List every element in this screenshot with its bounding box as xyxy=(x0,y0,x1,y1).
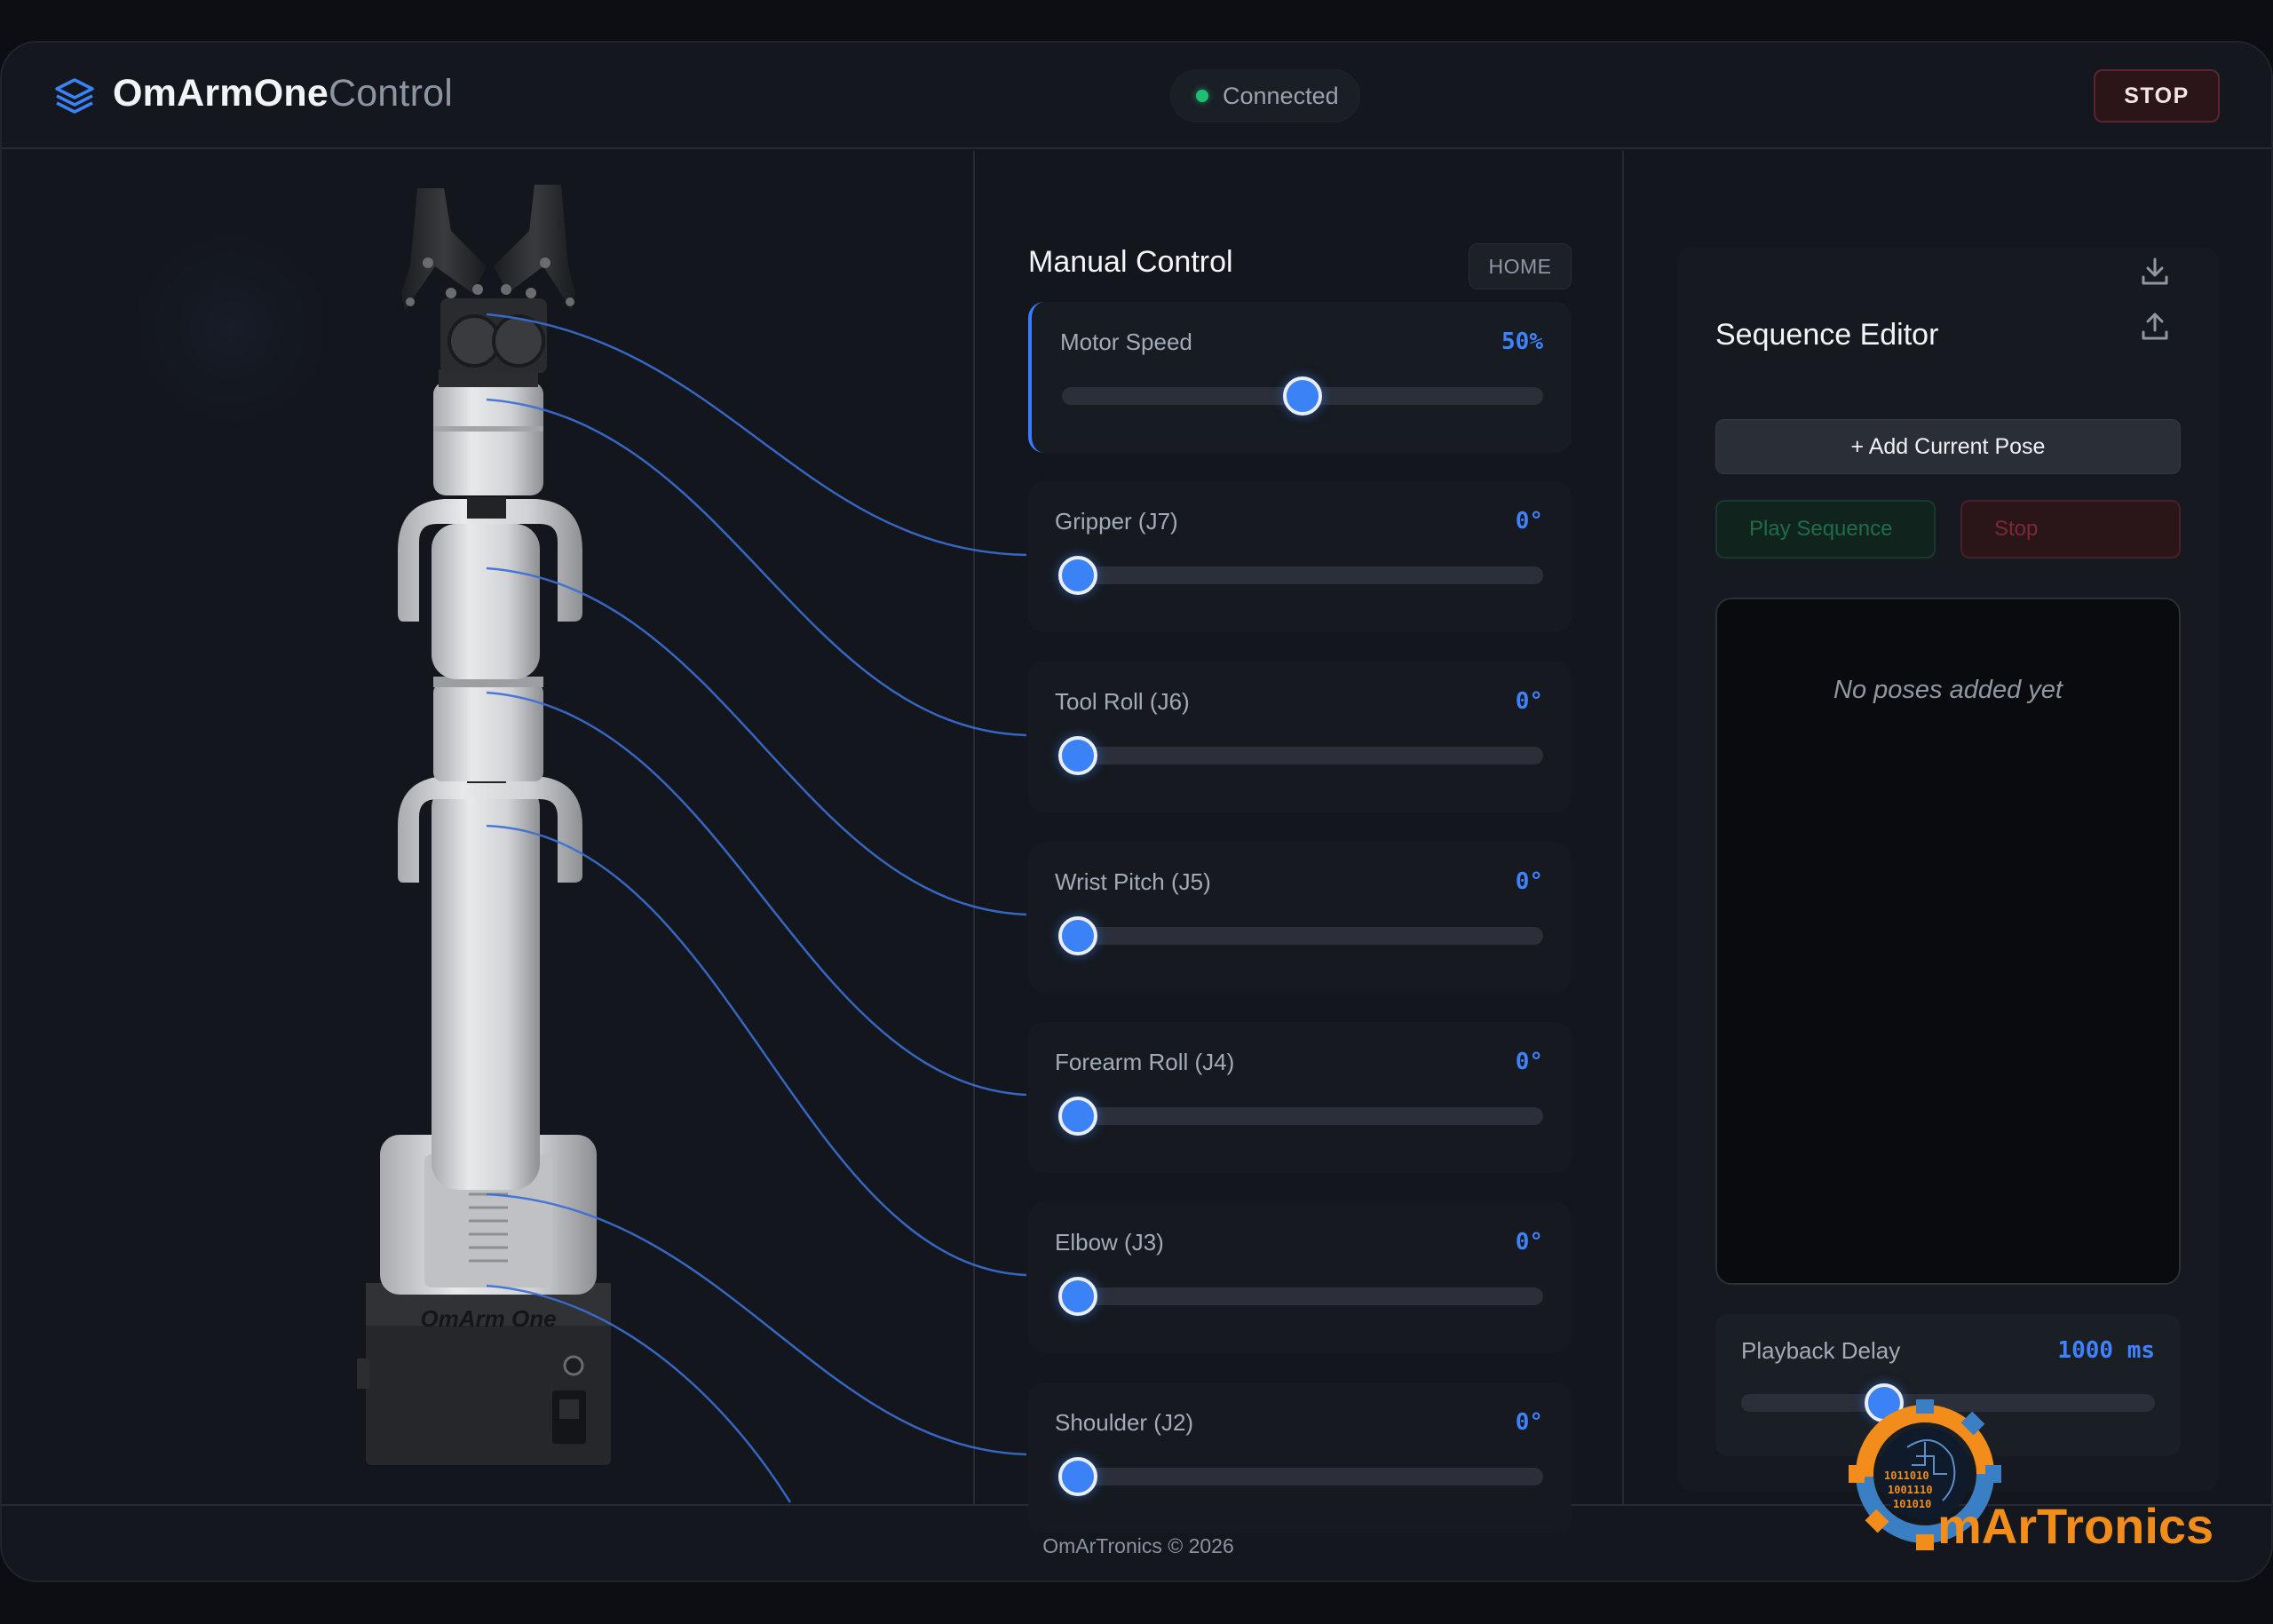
logo-wordmark: mArTronics xyxy=(1937,1498,2214,1554)
logo-binary-1: 1011010 xyxy=(1884,1470,1929,1482)
sequence-editor-title: Sequence Editor xyxy=(1715,318,1939,352)
playback-delay-label: Playback Delay xyxy=(1741,1337,1901,1364)
forearm-roll-j4-value: 0° xyxy=(1515,1049,1543,1075)
wrist-pitch-j5-slider-thumb[interactable] xyxy=(1058,916,1097,955)
header: OmArmOneControl Connected STOP xyxy=(2,43,2271,149)
elbow-j3-slider-track[interactable] xyxy=(1058,1287,1543,1305)
emergency-stop-button[interactable]: STOP xyxy=(2094,69,2220,123)
playback-delay-value: 1000 ms xyxy=(2057,1337,2155,1364)
shoulder-j2-value: 0° xyxy=(1515,1409,1543,1436)
layers-icon xyxy=(55,78,94,114)
tool-roll-j6-slider-thumb[interactable] xyxy=(1058,736,1097,775)
add-current-pose-button[interactable]: + Add Current Pose xyxy=(1715,419,2181,474)
home-button[interactable]: HOME xyxy=(1469,243,1572,289)
forearm-roll-j4-label: Forearm Roll (J4) xyxy=(1055,1049,1235,1075)
gripper-j7-control: Gripper (J7) 0° xyxy=(1028,481,1572,632)
shoulder-j2-slider-thumb[interactable] xyxy=(1058,1457,1097,1496)
gripper-j7-slider-thumb[interactable] xyxy=(1058,556,1097,595)
forearm-roll-j4-slider-track[interactable] xyxy=(1058,1107,1543,1125)
elbow-j3-value: 0° xyxy=(1515,1229,1543,1256)
upload-icon[interactable] xyxy=(2137,309,2173,345)
gripper-j7-slider-track[interactable] xyxy=(1058,566,1543,584)
elbow-j3-label: Elbow (J3) xyxy=(1055,1229,1164,1256)
tool-roll-j6-value: 0° xyxy=(1515,688,1543,715)
logo-binary-3: 101010 xyxy=(1893,1498,1931,1510)
stop-sequence-button[interactable]: Stop xyxy=(1960,500,2181,558)
wrist-pitch-j5-control: Wrist Pitch (J5) 0° xyxy=(1028,842,1572,993)
shoulder-j2-label: Shoulder (J2) xyxy=(1055,1409,1194,1436)
omartronics-logo: 1011010 1001110 101010 mArTronics xyxy=(1849,1399,2214,1554)
connection-status-badge: Connected xyxy=(1170,69,1360,123)
logo-binary-2: 1001110 xyxy=(1888,1484,1933,1496)
app-title-light: Control xyxy=(328,72,453,115)
pose-list: No poses added yet xyxy=(1715,598,2181,1285)
tool-roll-j6-label: Tool Roll (J6) xyxy=(1055,688,1190,715)
play-sequence-button[interactable]: Play Sequence xyxy=(1715,500,1936,558)
app-title: OmArmOneControl xyxy=(113,72,453,115)
shoulder-j2-control: Shoulder (J2) 0° xyxy=(1028,1382,1572,1533)
gripper-j7-label: Gripper (J7) xyxy=(1055,508,1178,535)
status-dot-icon xyxy=(1196,90,1208,102)
elbow-j3-control: Elbow (J3) 0° xyxy=(1028,1202,1572,1353)
app-title-bold: OmArmOne xyxy=(113,72,329,115)
robot-visualization-panel xyxy=(2,151,973,1504)
motor-speed-slider-thumb[interactable] xyxy=(1283,376,1322,416)
shoulder-j2-slider-track[interactable] xyxy=(1058,1468,1543,1485)
wrist-pitch-j5-value: 0° xyxy=(1515,868,1543,895)
tool-roll-j6-control: Tool Roll (J6) 0° xyxy=(1028,661,1572,812)
connection-status-text: Connected xyxy=(1223,82,1339,109)
motor-speed-control: Motor Speed 50% xyxy=(1028,302,1572,453)
gripper-j7-value: 0° xyxy=(1515,508,1543,535)
app-window: OmArmOneControl Connected STOP Manual Co… xyxy=(0,41,2273,1582)
wrist-pitch-j5-label: Wrist Pitch (J5) xyxy=(1055,868,1211,895)
download-icon[interactable] xyxy=(2137,254,2173,289)
manual-control-title: Manual Control xyxy=(1028,245,1233,279)
motor-speed-value: 50% xyxy=(1501,329,1543,355)
column-divider xyxy=(1622,151,1624,1504)
forearm-roll-j4-control: Forearm Roll (J4) 0° xyxy=(1028,1022,1572,1173)
motor-speed-label: Motor Speed xyxy=(1060,329,1192,355)
wrist-pitch-j5-slider-track[interactable] xyxy=(1058,927,1543,945)
forearm-roll-j4-slider-thumb[interactable] xyxy=(1058,1097,1097,1136)
pose-list-empty-text: No poses added yet xyxy=(1833,676,2063,704)
column-divider xyxy=(973,151,975,1504)
tool-roll-j6-slider-track[interactable] xyxy=(1058,747,1543,764)
elbow-j3-slider-thumb[interactable] xyxy=(1058,1277,1097,1316)
